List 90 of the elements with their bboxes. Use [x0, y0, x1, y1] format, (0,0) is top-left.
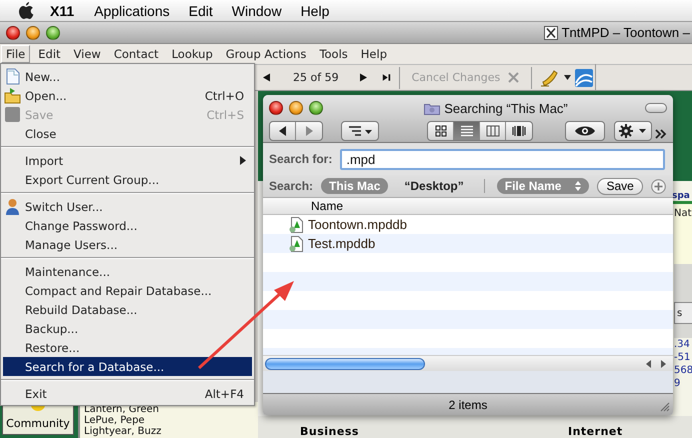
arrange-menu-button[interactable] [341, 121, 379, 141]
menu-item[interactable]: Export Current Group... [1, 170, 254, 189]
menu-item[interactable]: Compact and Repair Database... [1, 281, 254, 300]
quick-look-button[interactable] [565, 121, 605, 141]
menu[interactable]: Help [356, 45, 392, 63]
section-label: Internet [568, 425, 623, 438]
community-button[interactable]: Community [2, 405, 74, 435]
phone-number: .34 [674, 338, 691, 351]
menu-item[interactable]: New... [1, 67, 254, 86]
tab[interactable]: s [674, 302, 692, 324]
menu[interactable]: File [1, 45, 30, 63]
contact-item[interactable]: Lightyear, Buzz [84, 426, 162, 437]
menu-item[interactable]: Manage Users... [1, 235, 254, 254]
last-record-icon[interactable] [382, 73, 391, 82]
cover-flow-icon[interactable] [512, 125, 526, 137]
search-label: Search for: [269, 152, 332, 166]
phone-number: 568 [674, 364, 692, 377]
menu-item[interactable]: Switch User... [1, 197, 254, 216]
zoom-button[interactable] [46, 26, 60, 40]
menu[interactable]: View [68, 45, 106, 63]
minimize-button[interactable] [289, 101, 303, 115]
menu[interactable]: Group Actions [220, 45, 312, 63]
x-window-icon [544, 26, 558, 40]
save-button[interactable]: Save [597, 178, 643, 194]
status-text: 2 items [448, 398, 488, 412]
file-icon [289, 216, 303, 232]
search-field[interactable]: .mpd [340, 148, 665, 170]
submenu-arrow-icon [240, 156, 246, 165]
eye-icon[interactable] [574, 125, 596, 137]
next-icon[interactable] [358, 73, 368, 82]
file-name[interactable]: Toontown.mpddb [308, 217, 408, 232]
minimize-button[interactable] [26, 26, 40, 40]
wave-icon[interactable] [575, 68, 594, 86]
menu-item[interactable]: Restore... [1, 338, 254, 357]
menu-item[interactable]: Edit [188, 2, 213, 18]
document-icon [4, 68, 21, 85]
arrange-icon[interactable] [346, 125, 374, 137]
close-button[interactable] [6, 26, 20, 40]
chevron-icon[interactable] [655, 129, 667, 139]
toolbar-toggle-button[interactable] [644, 103, 667, 113]
list-view-button[interactable] [454, 122, 480, 140]
menu-item[interactable]: Search for a Database... [3, 357, 252, 376]
panel-background [674, 324, 692, 338]
menu-item[interactable]: Backup... [1, 319, 254, 338]
menu[interactable]: Tools [314, 45, 353, 63]
gear-icon[interactable] [618, 124, 648, 138]
menu-item[interactable]: Applications [94, 2, 170, 18]
menu[interactable]: Lookup [166, 45, 218, 63]
scope-button[interactable]: “Desktop” [396, 178, 472, 194]
menu-item[interactable]: Help [300, 2, 330, 18]
up-down-arrows-icon[interactable] [575, 181, 582, 191]
contact-item[interactable]: LePue, Pepe [84, 415, 162, 426]
resize-grip-icon[interactable] [660, 402, 670, 412]
list-view-icon[interactable] [460, 125, 474, 137]
field-text: Nat [674, 204, 692, 264]
zoom-button[interactable] [309, 101, 323, 115]
file-icon [289, 236, 303, 252]
menu-item[interactable]: Exit Alt+F4 [1, 384, 254, 403]
menu-item[interactable]: Open... Ctrl+O [1, 86, 254, 105]
phone-number: -51 [674, 351, 692, 364]
previous-icon[interactable] [262, 73, 271, 82]
menu[interactable]: Edit [33, 45, 66, 63]
icon-view-icon[interactable] [434, 125, 448, 137]
apple-icon[interactable] [18, 2, 34, 20]
menu-item[interactable]: Maintenance... [1, 262, 254, 281]
record-position: 25 of 59 [293, 71, 339, 84]
close-button[interactable] [269, 101, 283, 115]
phone-number: 9 [674, 377, 682, 390]
action-menu-button[interactable] [614, 121, 652, 141]
app-menu[interactable]: X11 [50, 2, 74, 18]
menu-item[interactable]: Close [1, 124, 254, 143]
window-title: TntMPD – Toontown – [562, 25, 690, 40]
menu-item[interactable]: Import [1, 151, 254, 170]
menu-item[interactable]: Rebuild Database... [1, 300, 254, 319]
column-view-icon[interactable] [486, 125, 500, 137]
menu-item[interactable]: Window [232, 2, 282, 18]
horizontal-scrollbar[interactable] [263, 355, 673, 371]
user-icon [4, 198, 21, 215]
search-scope-label: Search: [269, 179, 314, 193]
file-name[interactable]: Test.mpddb [308, 236, 376, 251]
menu-item[interactable]: Change Password... [1, 216, 254, 235]
caret-icon[interactable] [564, 75, 572, 80]
menu[interactable]: Contact [108, 45, 164, 63]
folder-icon [424, 102, 440, 114]
section-label: Business [300, 425, 360, 438]
back-forward-control[interactable] [269, 121, 323, 141]
add-icon[interactable] [650, 178, 666, 194]
window-title: Searching “This Mac” [444, 100, 568, 116]
column-header[interactable]: Name [263, 198, 673, 215]
folder-icon [4, 87, 21, 104]
